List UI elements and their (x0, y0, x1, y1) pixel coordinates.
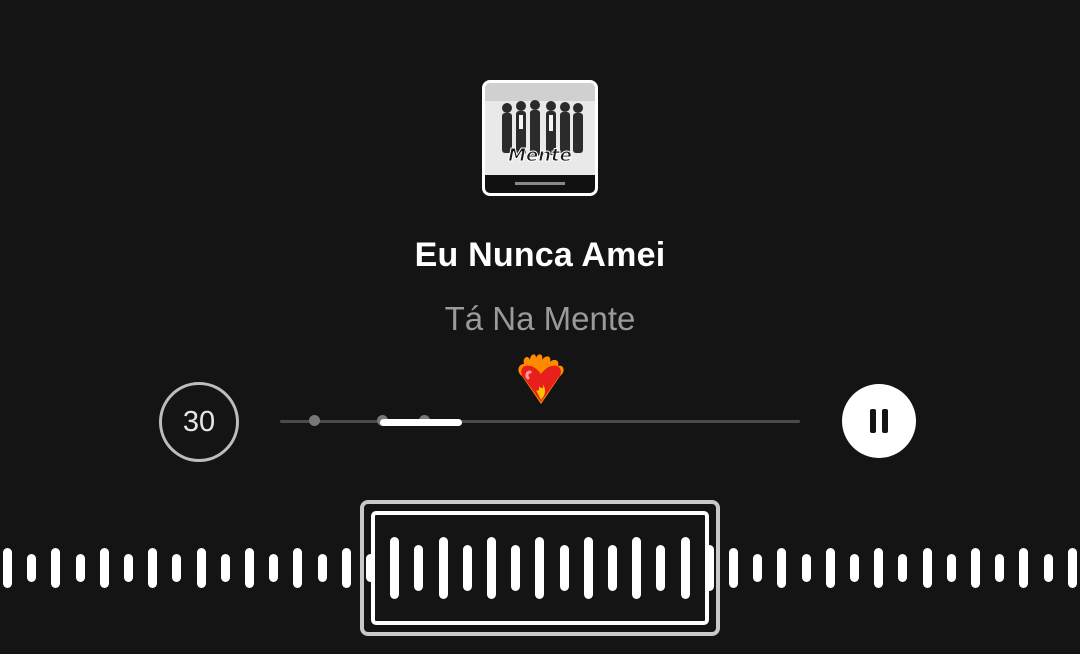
track-artist: Tá Na Mente (444, 300, 636, 337)
album-cover-image: Mente (485, 83, 595, 193)
track-title: Eu Nunca Amei (414, 236, 666, 274)
heart-on-fire-icon (514, 350, 568, 408)
progress-slider[interactable] (280, 415, 800, 426)
progress-marker (309, 415, 320, 426)
waveform-bar (51, 548, 61, 588)
waveform-bar (946, 554, 956, 582)
trim-selection-window[interactable] (360, 500, 720, 636)
waveform-bar (971, 548, 980, 588)
pause-icon (870, 409, 888, 433)
waveform-bar (75, 554, 85, 582)
trim-selection-inner (371, 511, 709, 625)
waveform-bar (995, 554, 1005, 582)
waveform-bar (850, 554, 859, 582)
waveform-bar (922, 548, 932, 588)
waveform-bar (753, 554, 763, 582)
waveform-bar (99, 548, 109, 588)
waveform-bar (172, 554, 182, 582)
waveform-bar (196, 548, 206, 588)
waveform-bar (317, 554, 327, 582)
waveform-bar (1043, 554, 1053, 582)
progress-fill (380, 419, 462, 426)
waveform-bar (801, 554, 811, 582)
waveform-bar (898, 554, 908, 582)
waveform-bar (729, 548, 738, 588)
waveform-bar (293, 548, 303, 588)
waveform-bar (269, 554, 279, 582)
skip-30-label: 30 (182, 405, 216, 438)
waveform-bar (1067, 548, 1077, 588)
svg-text:Mente: Mente (508, 145, 572, 166)
album-art: Mente (482, 80, 598, 196)
waveform-bar (777, 548, 787, 588)
pause-button[interactable] (842, 384, 916, 458)
waveform-bar (27, 554, 37, 582)
waveform-bar (874, 548, 884, 588)
waveform-bar (825, 548, 835, 588)
waveform-bar (124, 554, 133, 582)
waveform-bar (341, 548, 351, 588)
waveform-bar (3, 548, 12, 588)
waveform-bar (245, 548, 254, 588)
waveform-bar (1019, 548, 1029, 588)
skip-30-button[interactable]: 30 (159, 382, 239, 462)
waveform-bar (148, 548, 158, 588)
waveform-bar (220, 554, 230, 582)
